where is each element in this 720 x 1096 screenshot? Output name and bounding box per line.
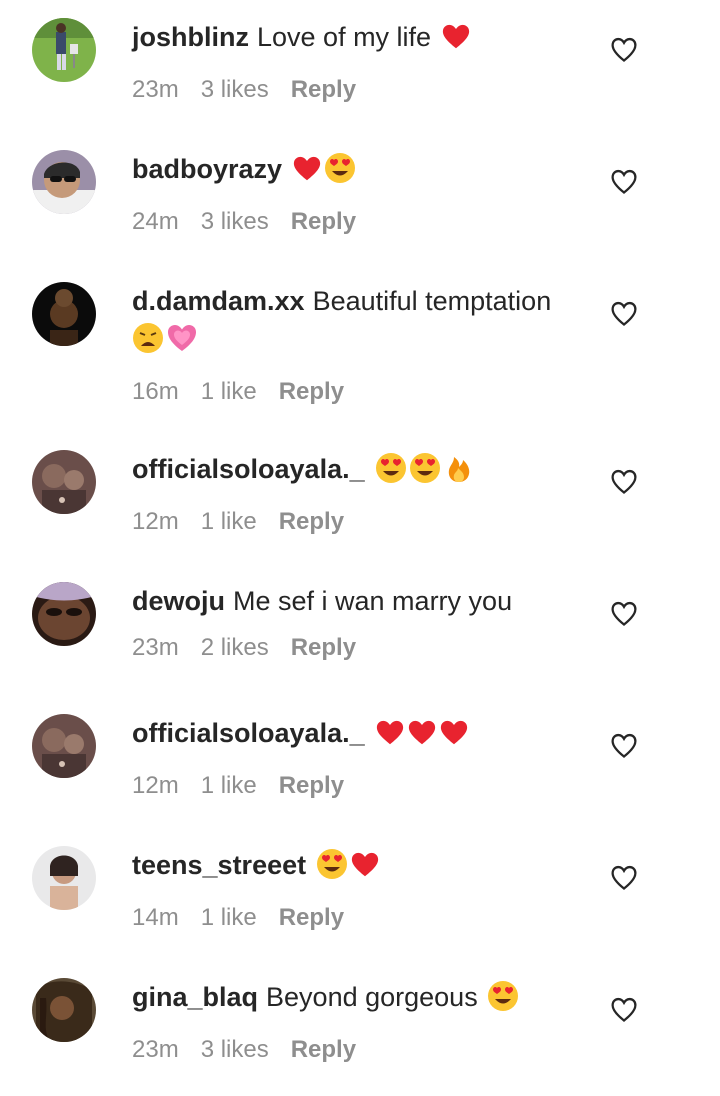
comment-text: badboyrazy [132,150,582,194]
comment-time: 12m [132,508,179,535]
comment-meta: 24m 3 likes Reply [132,208,582,236]
like-count[interactable]: 3 likes [201,76,269,103]
reply-button[interactable]: Reply [291,76,356,103]
comment-text: dewoju Me sef i wan marry you [132,582,582,620]
comment-message: Beyond gorgeous [266,982,478,1012]
comment-meta: 23m 3 likes Reply [132,1036,582,1064]
comment-body: officialsoloayala._ 12m 1 like Reply [132,714,582,800]
comment-meta: 23m 3 likes Reply [132,76,582,104]
like-count[interactable]: 3 likes [201,1036,269,1063]
heart-outline-icon[interactable] [610,468,638,496]
reply-button[interactable]: Reply [291,634,356,661]
heart-eyes-emoji [487,980,519,1022]
avatar[interactable] [32,978,96,1042]
red-heart-emoji [439,718,469,758]
red-heart-emoji [292,154,322,194]
reply-button[interactable]: Reply [279,772,344,799]
red-heart-emoji [375,718,405,758]
reply-button[interactable]: Reply [279,904,344,931]
comment-time: 16m [132,378,179,405]
comment-text: gina_blaq Beyond gorgeous [132,978,582,1022]
heart-outline-icon[interactable] [610,732,638,760]
red-heart-emoji [350,850,380,890]
username-link[interactable]: dewoju [132,586,225,616]
heart-outline-icon[interactable] [610,168,638,196]
heart-outline-icon[interactable] [610,864,638,892]
avatar[interactable] [32,714,96,778]
heart-outline-icon[interactable] [610,996,638,1024]
like-count[interactable]: 3 likes [201,208,269,235]
red-heart-emoji [441,22,471,62]
username-link[interactable]: gina_blaq [132,982,258,1012]
comment-time: 14m [132,904,179,931]
comment-body: d.damdam.xx Beautiful temptation 16m 1 lik… [132,282,582,406]
like-count[interactable]: 1 like [201,772,257,799]
comment-message: Me sef i wan marry you [233,586,513,616]
comment-text: teens_streeet [132,846,582,890]
heart-eyes-emoji [324,152,356,194]
comment-text: officialsoloayala._ [132,450,582,494]
heart-eyes-emoji [375,452,407,494]
username-link[interactable]: joshblinz [132,22,249,52]
reply-button[interactable]: Reply [291,1036,356,1063]
avatar[interactable] [32,846,96,910]
heart-eyes-emoji [409,452,441,494]
heart-outline-icon[interactable] [610,300,638,328]
avatar[interactable] [32,150,96,214]
heart-eyes-emoji [316,848,348,890]
comment-body: dewoju Me sef i wan marry you 23m 2 likes R… [132,582,582,662]
username-link[interactable]: teens_streeet [132,850,306,880]
username-link[interactable]: officialsoloayala._ [132,454,365,484]
comment-time: 23m [132,76,179,103]
comment-time: 12m [132,772,179,799]
like-count[interactable]: 2 likes [201,634,269,661]
avatar[interactable] [32,282,96,346]
weary-face-emoji [132,322,164,364]
comment-text: d.damdam.xx Beautiful temptation [132,282,582,364]
reply-button[interactable]: Reply [279,508,344,535]
fire-emoji [443,452,475,494]
comment-text: joshblinz Love of my life [132,18,582,62]
comment-meta: 16m 1 like Reply [132,378,582,406]
comment-body: joshblinz Love of my life 23m 3 likes Reply [132,18,582,104]
like-count[interactable]: 1 like [201,378,257,405]
comment-time: 23m [132,634,179,661]
avatar[interactable] [32,450,96,514]
comment-message: Love of my life [257,22,432,52]
comment-time: 23m [132,1036,179,1063]
username-link[interactable]: badboyrazy [132,154,282,184]
growing-heart-emoji [166,322,198,364]
comment-meta: 12m 1 like Reply [132,772,582,800]
comment-meta: 14m 1 like Reply [132,904,582,932]
comment-meta: 12m 1 like Reply [132,508,582,536]
reply-button[interactable]: Reply [291,208,356,235]
comments-list: joshblinz Love of my life 23m 3 likes Reply… [0,0,720,1096]
avatar[interactable] [32,18,96,82]
like-count[interactable]: 1 like [201,904,257,931]
reply-button[interactable]: Reply [279,378,344,405]
comment-time: 24m [132,208,179,235]
avatar[interactable] [32,582,96,646]
heart-outline-icon[interactable] [610,600,638,628]
username-link[interactable]: d.damdam.xx [132,286,305,316]
comment-body: teens_streeet 14m 1 like Reply [132,846,582,932]
heart-outline-icon[interactable] [610,36,638,64]
comment-body: officialsoloayala._ 12m 1 like Reply [132,450,582,536]
comment-body: gina_blaq Beyond gorgeous 23m 3 likes Reply [132,978,582,1064]
comment-message: Beautiful temptation [312,286,552,316]
comment-meta: 23m 2 likes Reply [132,634,582,662]
red-heart-emoji [407,718,437,758]
username-link[interactable]: officialsoloayala._ [132,718,365,748]
comment-text: officialsoloayala._ [132,714,582,758]
like-count[interactable]: 1 like [201,508,257,535]
comment-body: badboyrazy 24m 3 likes Reply [132,150,582,236]
